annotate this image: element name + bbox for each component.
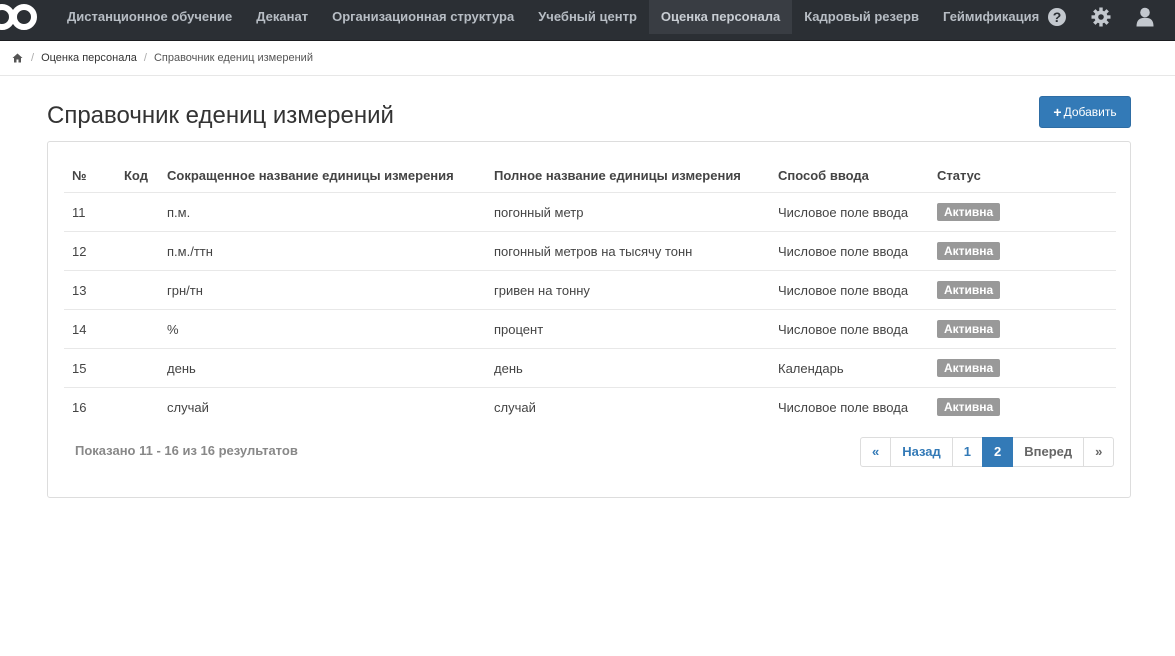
status-badge: Активна [937, 320, 1001, 338]
plus-icon: + [1053, 104, 1062, 120]
main-menu: Дистанционное обучение Деканат Организац… [55, 0, 1051, 40]
cell-short-name: случай [159, 387, 486, 426]
table-row[interactable]: 14 % процент Числовое поле ввода Активна [64, 309, 1116, 349]
gear-icon[interactable] [1079, 0, 1123, 34]
cell-code [116, 231, 159, 271]
nav-item-training-center[interactable]: Учебный центр [526, 0, 649, 34]
column-header-full-name[interactable]: Полное название единицы измерения [486, 158, 770, 193]
cell-input-method: Числовое поле ввода [770, 309, 929, 349]
cell-input-method: Числовое поле ввода [770, 387, 929, 426]
table-row[interactable]: 15 день день Календарь Активна [64, 348, 1116, 388]
cell-status: Активна [929, 309, 1116, 349]
cell-number: 14 [64, 309, 116, 349]
cell-full-name: процент [486, 309, 770, 349]
cell-code [116, 309, 159, 349]
cell-status: Активна [929, 231, 1116, 271]
status-badge: Активна [937, 398, 1001, 416]
nav-item-gamification[interactable]: Геймификация [931, 0, 1051, 34]
cell-code [116, 348, 159, 388]
help-icon[interactable]: ? [1035, 0, 1079, 34]
cell-full-name: случай [486, 387, 770, 426]
table-row[interactable]: 13 грн/тн гривен на тонну Числовое поле … [64, 270, 1116, 310]
pagination-first[interactable]: « [860, 437, 892, 467]
cell-input-method: Календарь [770, 348, 929, 388]
nav-item-personnel-assessment[interactable]: Оценка персонала [648, 0, 793, 34]
cell-input-method: Числовое поле ввода [770, 270, 929, 310]
page-title: Справочник едениц измерений [47, 102, 394, 129]
add-button[interactable]: + Добавить [1039, 96, 1131, 128]
breadcrumb-separator: / [31, 52, 35, 64]
cell-code [116, 192, 159, 232]
cell-number: 12 [64, 231, 116, 271]
cell-short-name: грн/тн [159, 270, 486, 310]
pagination-prev[interactable]: Назад [890, 437, 953, 467]
breadcrumb: / Оценка персонала / Справочник едениц и… [0, 41, 1175, 76]
cell-number: 15 [64, 348, 116, 388]
cell-status: Активна [929, 387, 1116, 426]
user-icon[interactable] [1123, 0, 1167, 34]
status-badge: Активна [937, 281, 1001, 299]
pagination-last[interactable]: » [1083, 437, 1115, 467]
table-row[interactable]: 12 п.м./ттн погонный метров на тысячу то… [64, 231, 1116, 271]
breadcrumb-separator: / [143, 52, 147, 64]
column-header-input-method[interactable]: Способ ввода [770, 158, 929, 193]
logo-icon[interactable] [0, 0, 40, 40]
cell-short-name: % [159, 309, 486, 349]
column-header-status[interactable]: Статус [929, 158, 1116, 193]
pagination-next[interactable]: Вперед [1012, 437, 1085, 467]
results-summary: Показано 11 - 16 из 16 результатов [75, 443, 298, 458]
table-row[interactable]: 16 случай случай Числовое поле ввода Акт… [64, 387, 1116, 426]
column-header-code[interactable]: Код [116, 158, 159, 193]
nav-item-deanery[interactable]: Деканат [244, 0, 320, 34]
breadcrumb-link-assessment[interactable]: Оценка персонала [41, 52, 137, 64]
nav-item-org-structure[interactable]: Организационная структура [320, 0, 526, 34]
cell-code [116, 387, 159, 426]
cell-status: Активна [929, 270, 1116, 310]
cell-full-name: день [486, 348, 770, 388]
cell-number: 13 [64, 270, 116, 310]
pagination-page-1[interactable]: 1 [951, 437, 984, 467]
cell-input-method: Числовое поле ввода [770, 192, 929, 232]
column-header-number[interactable]: № [64, 158, 116, 193]
nav-item-talent-pool[interactable]: Кадровый резерв [792, 0, 931, 34]
cell-full-name: погонный метр [486, 192, 770, 232]
table-row[interactable]: 11 п.м. погонный метр Числовое поле ввод… [64, 192, 1116, 232]
cell-short-name: п.м. [159, 192, 486, 232]
cell-number: 11 [64, 192, 116, 232]
units-table: № Код Сокращенное название единицы измер… [64, 158, 1116, 426]
breadcrumb-current: Справочник едениц измерений [153, 52, 313, 64]
cell-status: Активна [929, 348, 1116, 388]
cell-short-name: день [159, 348, 486, 388]
pagination-page-2[interactable]: 2 [982, 437, 1014, 467]
cell-status: Активна [929, 192, 1116, 232]
top-navbar: Дистанционное обучение Деканат Организац… [0, 0, 1175, 41]
add-button-label: Добавить [1063, 105, 1117, 119]
status-badge: Активна [937, 242, 1001, 260]
status-badge: Активна [937, 203, 1001, 221]
column-header-short-name[interactable]: Сокращенное название единицы измерения [159, 158, 486, 193]
cell-number: 16 [64, 387, 116, 426]
home-icon[interactable] [12, 52, 24, 64]
status-badge: Активна [937, 359, 1001, 377]
cell-full-name: гривен на тонну [486, 270, 770, 310]
units-panel: № Код Сокращенное название единицы измер… [47, 141, 1131, 498]
cell-full-name: погонный метров на тысячу тонн [486, 231, 770, 271]
cell-input-method: Числовое поле ввода [770, 231, 929, 271]
svg-text:?: ? [1053, 9, 1062, 25]
nav-item-distance-learning[interactable]: Дистанционное обучение [55, 0, 244, 34]
cell-short-name: п.м./ттн [159, 231, 486, 271]
cell-code [116, 270, 159, 310]
table-header-row: № Код Сокращенное название единицы измер… [64, 158, 1116, 193]
pagination: « Назад 1 2 Вперед » [860, 437, 1115, 467]
